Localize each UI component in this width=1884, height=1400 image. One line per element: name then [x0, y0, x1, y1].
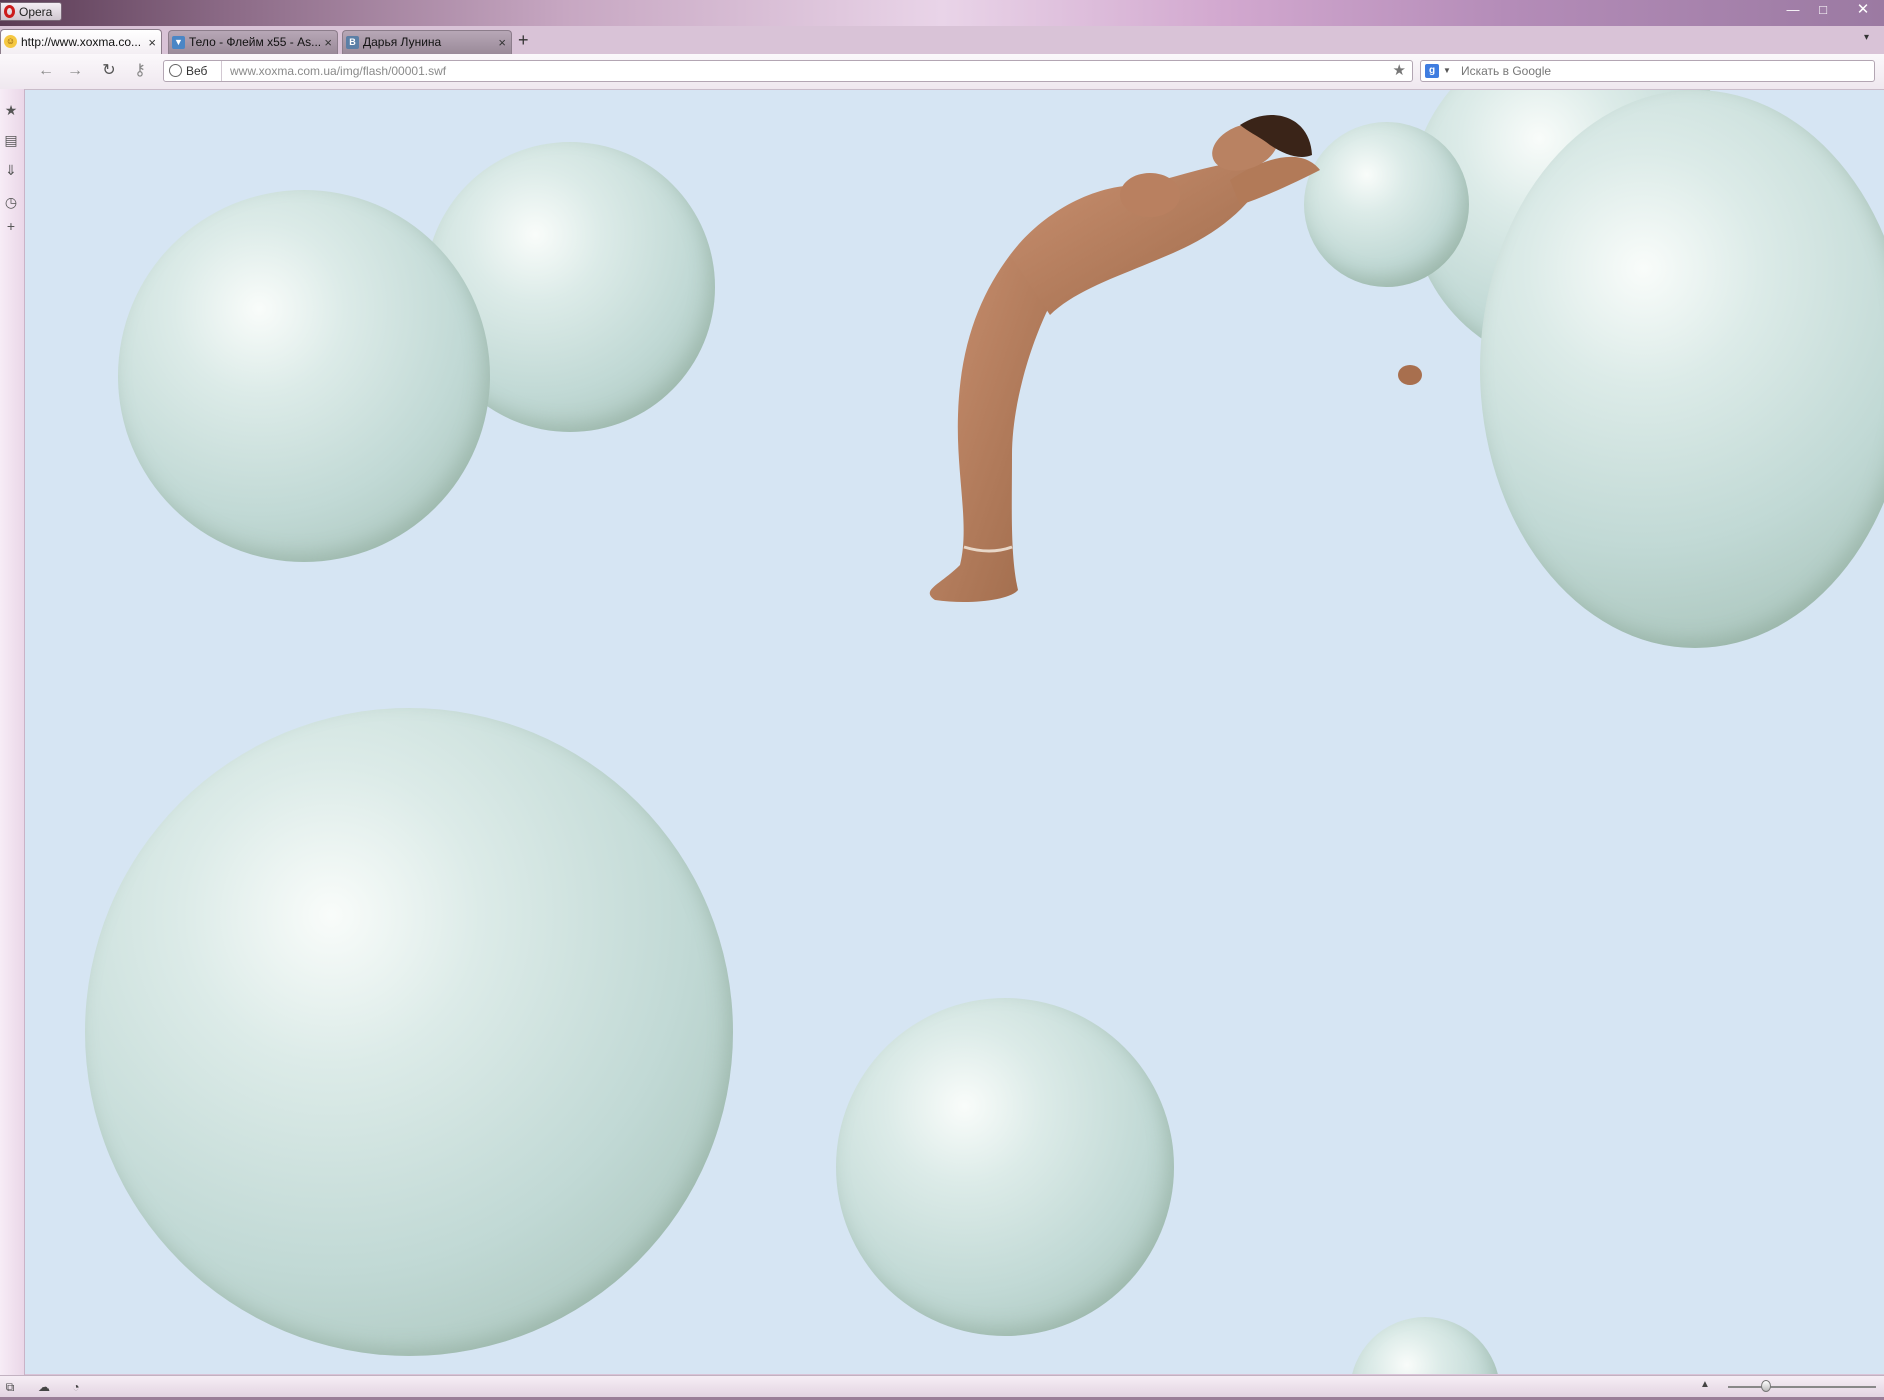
unite-cloud-icon[interactable]: ☁: [36, 1379, 52, 1395]
smiley-favicon-icon: ☺: [4, 35, 17, 48]
close-window-button[interactable]: ✕: [1845, 0, 1881, 22]
search-input[interactable]: [1461, 61, 1861, 81]
opera-menu-label: Opera: [19, 5, 53, 19]
google-icon[interactable]: g: [1425, 64, 1439, 78]
tab-forum[interactable]: ▼ Тело - Флейм х55 - As... ×: [168, 30, 338, 54]
tab-title: Дарья Лунина: [363, 35, 442, 49]
zoom-slider[interactable]: [1728, 1380, 1876, 1394]
opera-menu-button[interactable]: Opera: [0, 2, 62, 21]
url-input[interactable]: [230, 61, 1330, 81]
notes-icon[interactable]: ▤: [2, 131, 20, 149]
zoom-slider-track: [1728, 1386, 1876, 1388]
tab-xoxma[interactable]: ☺ http://www.xoxma.co... ×: [0, 29, 162, 54]
flash-content[interactable]: [25, 90, 1884, 1374]
forum-favicon-icon: ▼: [172, 36, 185, 49]
new-tab-button[interactable]: +: [518, 30, 534, 50]
tab-menu-chevron-icon[interactable]: ▾: [1864, 32, 1869, 43]
opera-logo-icon: [4, 5, 15, 18]
back-button[interactable]: ←: [35, 61, 57, 81]
minimize-button[interactable]: —: [1778, 0, 1808, 22]
tab-close-button[interactable]: ×: [498, 31, 506, 54]
bubble: [118, 190, 490, 562]
bookmark-star-icon[interactable]: ★: [1393, 61, 1406, 81]
search-box: g ▼: [1420, 60, 1875, 82]
bubble: [1350, 1317, 1500, 1374]
zoom-slider-thumb[interactable]: [1761, 1380, 1772, 1392]
add-panel-icon[interactable]: +: [2, 217, 20, 235]
reload-button[interactable]: ↻: [98, 61, 120, 81]
bubble: [836, 998, 1174, 1336]
tab-title: http://www.xoxma.co...: [21, 35, 142, 49]
globe-icon: [169, 64, 182, 77]
bookmarks-star-icon[interactable]: ★: [2, 101, 20, 119]
vk-favicon-icon: В: [346, 36, 359, 49]
key-icon[interactable]: ⚷: [129, 61, 151, 81]
maximize-button[interactable]: □: [1808, 0, 1838, 22]
zoom-up-arrow-icon[interactable]: ▲: [1700, 1379, 1710, 1390]
panel-toggle-icon[interactable]: ⧉: [2, 1379, 18, 1395]
site-info-button[interactable]: Веб: [164, 61, 222, 81]
status-bar: ⧉ ☁ ◔ ▲: [0, 1375, 1884, 1398]
bubble: [1480, 90, 1884, 648]
history-clock-icon[interactable]: ◷: [2, 193, 20, 211]
tab-close-button[interactable]: ×: [148, 30, 156, 54]
forward-button[interactable]: →: [64, 61, 86, 81]
tab-close-button[interactable]: ×: [324, 31, 332, 54]
tab-title: Тело - Флейм х55 - As...: [189, 35, 322, 49]
window-titlebar: Opera — □ ✕: [0, 0, 1884, 26]
tab-vk-profile[interactable]: В Дарья Лунина ×: [342, 30, 512, 54]
turbo-gauge-icon[interactable]: ◔: [68, 1379, 84, 1395]
downloads-icon[interactable]: ⇓: [2, 161, 20, 179]
bubble: [85, 708, 733, 1356]
address-bar: Веб ★: [163, 60, 1413, 82]
reclining-figure-image: [929, 115, 1422, 602]
tab-bar: ☺ http://www.xoxma.co... × ▼ Тело - Флей…: [0, 26, 1884, 54]
navigation-bar: ← → ↻ ⚷ Веб ★ g ▼: [0, 54, 1884, 90]
site-info-label: Веб: [186, 64, 208, 78]
search-engine-dropdown-icon[interactable]: ▼: [1443, 61, 1451, 81]
side-panel: ★ ▤ ⇓ ◷ +: [0, 89, 25, 1375]
